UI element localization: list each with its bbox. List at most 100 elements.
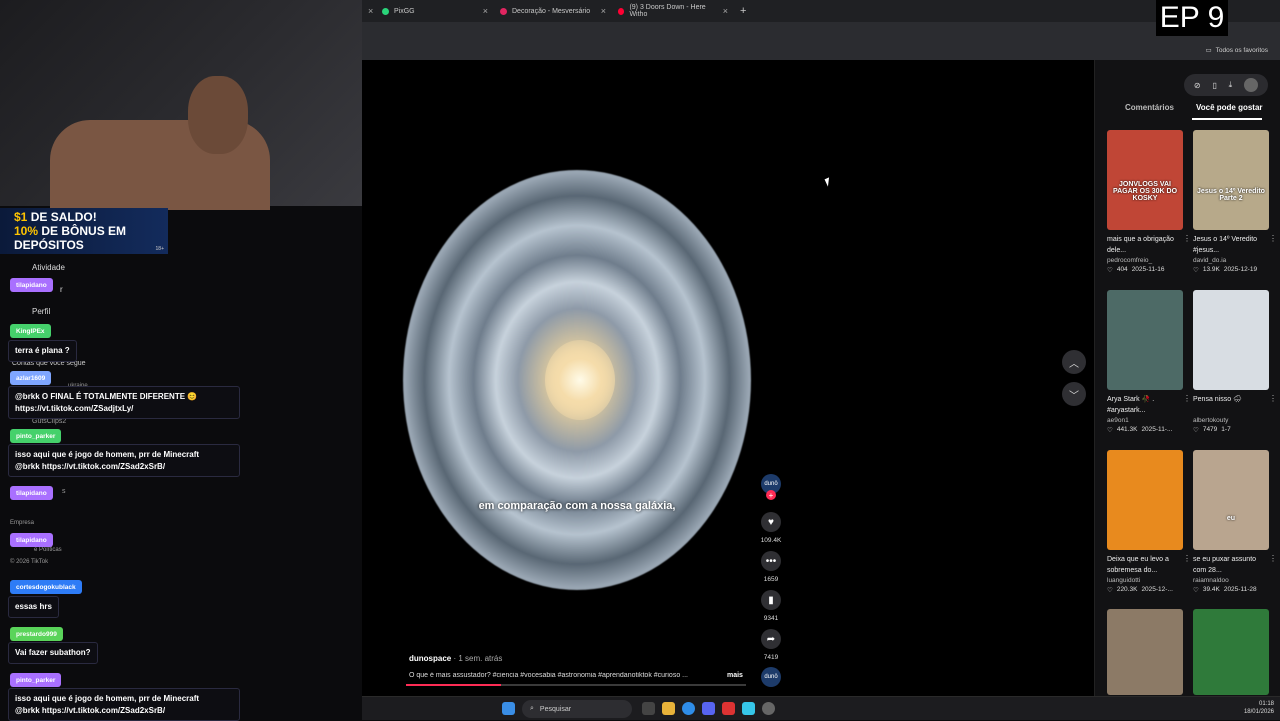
discord-icon[interactable] xyxy=(702,702,715,715)
card-title[interactable]: se eu puxar assunto com 28... xyxy=(1193,555,1269,575)
chat-username[interactable]: KingIPEx xyxy=(10,324,51,338)
follow-plus-icon[interactable]: + xyxy=(766,490,776,500)
obs-icon[interactable] xyxy=(762,702,775,715)
settings-icon[interactable]: ⊘ xyxy=(1194,81,1201,90)
chat-message: @brkk O FINAL É TOTALMENTE DIFERENTE 😊 h… xyxy=(8,386,240,420)
tab-pixgg[interactable]: PixGG × xyxy=(376,2,494,20)
new-tab-button[interactable]: + xyxy=(734,2,748,20)
share-button[interactable]: ➦ xyxy=(761,629,781,649)
sidebar-activity[interactable]: Atividade xyxy=(32,263,65,272)
card-author[interactable]: ae9on1 xyxy=(1107,417,1183,424)
taskbar-search[interactable]: ⌕ Pesquisar xyxy=(522,700,632,718)
suggested-video-card[interactable]: Jesus o 14º Veredito Parte 2 Jesus o 14º … xyxy=(1193,130,1277,274)
footer-company[interactable]: Empresa xyxy=(10,520,34,526)
save-button[interactable]: ▮ xyxy=(761,590,781,610)
chat-username[interactable]: pinto_parker xyxy=(10,429,62,443)
video-thumbnail[interactable]: Jesus o 14º Veredito Parte 2 xyxy=(1193,130,1269,230)
tab-favicon-icon xyxy=(500,7,507,15)
chevron-up-icon: ︿ xyxy=(1069,358,1079,370)
streamer-head xyxy=(188,76,248,154)
author-name[interactable]: dunospace xyxy=(409,654,451,663)
bookmarks-bar[interactable]: ▭ Todos os favoritos xyxy=(1205,46,1268,55)
video-thumbnail[interactable] xyxy=(1193,290,1269,390)
chat-username[interactable]: tilapidano xyxy=(10,533,53,547)
task-view-icon[interactable] xyxy=(642,702,655,715)
suggested-video-card[interactable] xyxy=(1107,609,1183,695)
video-thumbnail[interactable] xyxy=(1107,450,1183,550)
previous-video-button[interactable]: ︿ xyxy=(1062,350,1086,374)
video-thumbnail[interactable] xyxy=(1193,609,1269,695)
tab-close-icon[interactable]: × xyxy=(362,2,376,20)
tab-youtube[interactable]: (9) 3 Doors Down - Here Witho × xyxy=(612,2,734,20)
tab-comments[interactable]: Comentários xyxy=(1125,103,1174,112)
card-title[interactable]: Pensa nisso 🌧 xyxy=(1193,395,1269,415)
file-explorer-icon[interactable] xyxy=(662,702,675,715)
start-menu-icon[interactable] xyxy=(502,702,515,715)
sidebar-profile[interactable]: Perfil xyxy=(32,307,50,316)
more-options-icon[interactable]: ⋮ xyxy=(1269,394,1277,403)
profile-avatar[interactable] xyxy=(1244,78,1259,92)
suggested-video-card[interactable]: Arya Stark 🥀 . #aryastark... ae9on1 ♡ 441.3… xyxy=(1107,290,1191,434)
following-item[interactable]: GutsClips2 xyxy=(32,418,66,425)
more-options-icon[interactable]: ⋮ xyxy=(1183,394,1191,403)
search-icon: ⌕ xyxy=(530,705,534,712)
suggested-video-card[interactable]: JONVLOGS VAI PAGAR OS 30K DO KOSKY mais q… xyxy=(1107,130,1191,274)
card-author[interactable]: raiamnaldoo xyxy=(1193,577,1269,584)
footer-policies[interactable]: e Políticas xyxy=(34,547,62,553)
comment-button[interactable]: ••• xyxy=(761,551,781,571)
next-video-button[interactable]: ﹀ xyxy=(1062,382,1086,406)
more-options-icon[interactable]: ⋮ xyxy=(1183,234,1191,243)
sidebar-upload[interactable]: r xyxy=(60,285,63,294)
card-date: 2025-11-... xyxy=(1141,426,1173,433)
tab-suggested[interactable]: Você pode gostar xyxy=(1196,103,1263,112)
chat-username[interactable]: tilapidano xyxy=(10,486,53,500)
suggested-video-card[interactable]: Pensa nisso 🌧 albertokouty ♡ 7479 1-7 ⋮ xyxy=(1193,290,1277,434)
share-count: 7419 xyxy=(763,654,779,661)
suggested-video-card[interactable]: Deixa que eu levo a sobremesa do... luang… xyxy=(1107,450,1191,594)
chat-username[interactable]: prestardo999 xyxy=(10,627,63,641)
more-button[interactable]: mais xyxy=(727,672,743,679)
video-thumbnail[interactable]: JONVLOGS VAI PAGAR OS 30K DO KOSKY xyxy=(1107,130,1183,230)
card-author[interactable]: pedrocomfreio_ xyxy=(1107,257,1183,264)
chat-username[interactable]: azlar1609 xyxy=(10,371,52,385)
card-title[interactable]: mais que a obrigação dele... xyxy=(1107,235,1183,255)
card-author[interactable]: luanguidotti xyxy=(1107,577,1183,584)
suggested-video-card[interactable]: eu se eu puxar assunto com 28... raiamnald… xyxy=(1193,450,1277,594)
card-likes: 13.9K xyxy=(1202,266,1220,273)
video-progress-bar[interactable] xyxy=(406,684,746,686)
tab-label: PixGG xyxy=(394,7,415,15)
video-author[interactable]: dunospace · 1 sem. atrás xyxy=(409,654,502,663)
suggested-video-card[interactable] xyxy=(1193,609,1269,695)
tab-decoracao[interactable]: Decoração - Mesversário × xyxy=(494,2,612,20)
chat-username[interactable]: cortesdogokublack xyxy=(10,580,82,594)
card-title[interactable]: Arya Stark 🥀 . #aryastark... xyxy=(1107,395,1183,415)
video-thumbnail[interactable]: eu xyxy=(1193,450,1269,550)
video-thumbnail[interactable] xyxy=(1107,609,1183,695)
card-author[interactable]: albertokouty xyxy=(1193,417,1269,424)
galaxy-core xyxy=(545,340,615,420)
chat-username[interactable]: pinto_parker xyxy=(10,673,62,687)
close-icon[interactable]: × xyxy=(483,6,488,16)
chat-username[interactable]: tilapidano xyxy=(10,278,53,292)
card-title[interactable]: Deixa que eu levo a sobremesa do... xyxy=(1107,555,1183,575)
card-author[interactable]: david_do.ia xyxy=(1193,257,1269,264)
app-icon-2[interactable] xyxy=(742,702,755,715)
like-button[interactable]: ♥ xyxy=(761,512,781,532)
system-clock[interactable]: 01:18 18/01/2026 xyxy=(1244,700,1274,716)
close-icon[interactable]: × xyxy=(601,6,606,16)
heart-icon: ♥ xyxy=(768,516,774,528)
more-options-icon[interactable]: ⋮ xyxy=(1269,554,1277,563)
card-title[interactable]: Jesus o 14º Veredito #jesus... xyxy=(1193,235,1269,255)
close-icon[interactable]: × xyxy=(723,6,728,16)
bookmarks-label: Todos os favoritos xyxy=(1215,46,1268,54)
device-icon[interactable]: ▯ xyxy=(1212,81,1216,90)
more-options-icon[interactable]: ⋮ xyxy=(1183,554,1191,563)
sound-avatar[interactable]: dunö xyxy=(761,667,781,687)
card-date: 1-7 xyxy=(1221,426,1231,433)
video-thumbnail[interactable] xyxy=(1107,290,1183,390)
chrome-icon[interactable] xyxy=(682,702,695,715)
app-icon[interactable] xyxy=(722,702,735,715)
download-icon[interactable]: ⤓ xyxy=(1229,80,1233,90)
following-item[interactable]: s xyxy=(62,488,66,495)
more-options-icon[interactable]: ⋮ xyxy=(1269,234,1277,243)
